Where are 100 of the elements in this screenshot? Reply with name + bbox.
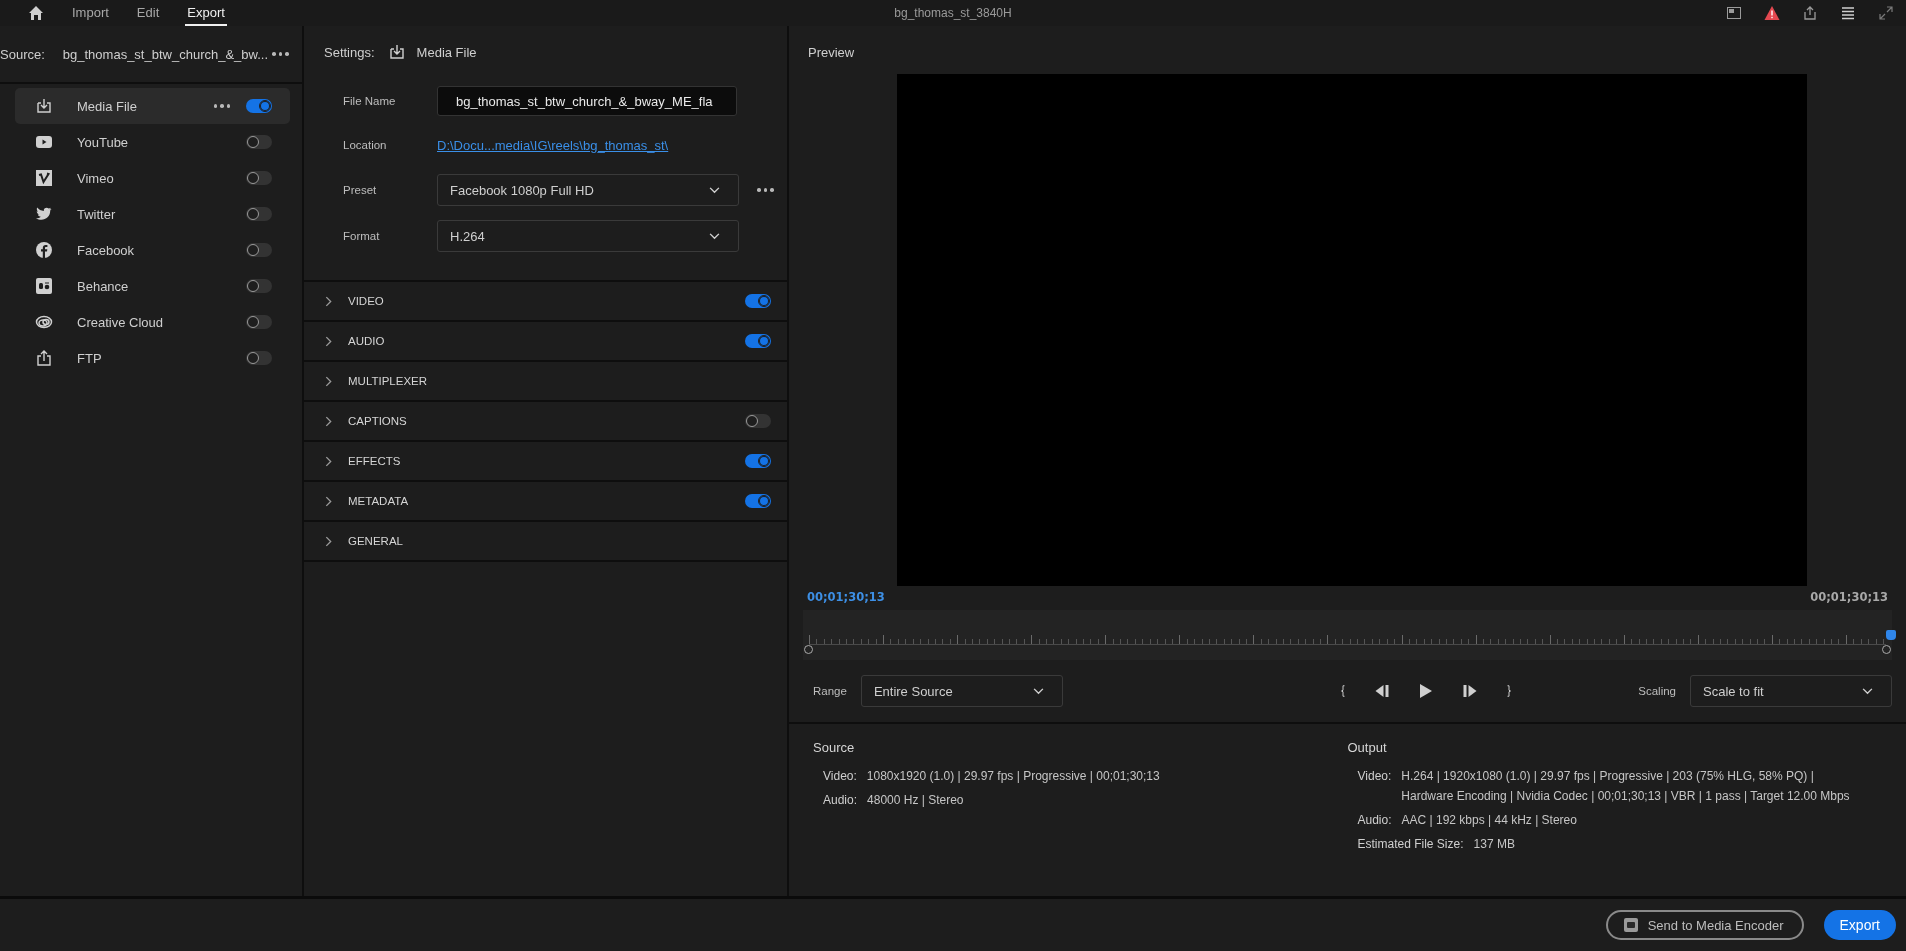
behance-icon xyxy=(36,278,52,294)
destination-item[interactable]: Media File xyxy=(15,88,290,124)
chevron-down-icon xyxy=(709,232,720,240)
destination-name: Media File xyxy=(77,98,138,114)
field-label: Preset xyxy=(343,184,378,196)
dropdown[interactable]: Facebook 1080p Full HD xyxy=(437,174,739,206)
section-header[interactable]: EFFECTS xyxy=(304,442,787,482)
share-icon[interactable] xyxy=(1802,5,1818,21)
chevron-right-icon xyxy=(325,335,332,347)
chevron-right-icon xyxy=(325,415,332,427)
play-icon xyxy=(36,136,52,148)
menu-icon[interactable] xyxy=(1840,5,1856,21)
f-icon xyxy=(36,242,52,258)
summary-label: Estimated File Size: xyxy=(1357,837,1464,851)
send-to-encoder-button[interactable]: Send to Media Encoder xyxy=(1605,910,1804,940)
rings-icon xyxy=(35,315,53,329)
step-back-icon[interactable] xyxy=(1373,684,1391,698)
mode-tab[interactable]: Import xyxy=(70,0,111,26)
toggle-switch[interactable] xyxy=(246,279,272,293)
expand-icon[interactable] xyxy=(1878,5,1894,21)
duration-timecode: 00;01;30;13 xyxy=(1810,590,1888,606)
chevron-right-icon xyxy=(325,535,332,547)
toggle-switch[interactable] xyxy=(246,315,272,329)
destination-item[interactable]: Vimeo xyxy=(15,160,290,196)
warning-icon[interactable] xyxy=(1764,5,1780,21)
destination-item[interactable]: Behance xyxy=(15,268,290,304)
summary-heading: Source xyxy=(813,740,856,755)
destination-name: Twitter xyxy=(77,206,117,222)
summary-value: 1080x1920 (1.0) | 29.97 fps | Progressive | 00;01;30;13 xyxy=(866,769,1160,783)
chevron-down-icon xyxy=(1862,687,1873,695)
toggle-switch[interactable] xyxy=(745,414,771,428)
section-header[interactable]: AUDIO xyxy=(304,322,787,362)
playhead[interactable] xyxy=(1886,630,1896,640)
document-title: bg_thomas_st_3840H xyxy=(894,6,1012,20)
summary-heading: Output xyxy=(1347,740,1388,755)
toggle-switch[interactable] xyxy=(246,207,272,221)
section-header[interactable]: METADATA xyxy=(304,482,787,522)
chevron-right-icon xyxy=(325,295,332,307)
settings-label: Settings: xyxy=(324,44,375,60)
v-icon xyxy=(36,170,52,186)
destination-item[interactable]: Creative Cloud xyxy=(15,304,290,340)
section-header[interactable]: CAPTIONS xyxy=(304,402,787,442)
chevron-right-icon xyxy=(325,375,332,387)
toggle-switch[interactable] xyxy=(745,454,771,468)
summary-value: 137 MB xyxy=(1473,837,1515,851)
play-icon[interactable] xyxy=(1418,683,1433,699)
mark-in-icon[interactable] xyxy=(1339,684,1346,698)
destination-item[interactable]: FTP xyxy=(15,340,290,376)
mode-tab[interactable]: Edit xyxy=(134,0,162,26)
destination-name: Facebook xyxy=(77,242,136,258)
toggle-switch[interactable] xyxy=(246,243,272,257)
summary-value: AAC | 192 kbps | 44 kHz | Stereo xyxy=(1401,813,1577,827)
summary-value: Hardware Encoding | Nvidia Codec | 00;01;30;13 | VBR | 1 pass | Target 12.00 Mbps xyxy=(1401,789,1850,803)
summary-value: H.264 | 1920x1080 (1.0) | 29.97 fps | Progressive | 203 (75% HLG, 58% PQ) | xyxy=(1401,769,1815,783)
location-link[interactable]: D:\Docu...media\IG\reels\bg_thomas_st\ xyxy=(437,137,669,153)
range-label: Range xyxy=(813,685,847,697)
range-dropdown[interactable]: Entire Source xyxy=(860,675,1063,707)
field-label: File Name xyxy=(343,95,397,107)
upload-icon xyxy=(36,350,52,366)
section-header[interactable]: VIDEO xyxy=(304,282,787,322)
scaling-dropdown[interactable]: Scale to fit xyxy=(1690,675,1892,707)
chevron-down-icon xyxy=(709,186,720,194)
toggle-switch[interactable] xyxy=(246,99,272,113)
field-label: Location xyxy=(343,139,388,151)
destination-item[interactable]: Facebook xyxy=(15,232,290,268)
current-timecode: 00;01;30;13 xyxy=(807,590,885,606)
panel-icon[interactable] xyxy=(1726,5,1742,21)
preview-title: Preview xyxy=(807,43,856,62)
chevron-right-icon xyxy=(325,455,332,467)
bird-icon xyxy=(36,207,52,221)
destination-item[interactable]: YouTube xyxy=(15,124,290,160)
encoder-icon xyxy=(1623,918,1638,932)
summary-label: Video: xyxy=(1357,769,1392,785)
section-header[interactable]: MULTIPLEXER xyxy=(304,362,787,402)
toggle-switch[interactable] xyxy=(745,334,771,348)
toggle-switch[interactable] xyxy=(246,171,272,185)
toggle-switch[interactable] xyxy=(246,135,272,149)
source-label: Source: xyxy=(0,46,45,62)
scaling-label: Scaling xyxy=(1638,685,1676,697)
chevron-down-icon xyxy=(1032,687,1044,695)
field-label: Format xyxy=(343,230,381,242)
mark-out-icon[interactable] xyxy=(1505,684,1512,698)
summary-label: Audio: xyxy=(1357,813,1392,827)
export-button[interactable]: Export xyxy=(1823,910,1896,940)
toggle-switch[interactable] xyxy=(246,351,272,365)
destination-item[interactable]: Twitter xyxy=(15,196,290,232)
dropdown[interactable]: H.264 xyxy=(437,220,739,252)
section-header[interactable]: GENERAL xyxy=(304,522,787,562)
download-icon xyxy=(36,98,52,114)
toggle-switch[interactable] xyxy=(745,294,771,308)
mode-tab[interactable]: Export xyxy=(185,0,227,26)
destination-name: Creative Cloud xyxy=(77,314,164,330)
home-icon[interactable] xyxy=(28,5,44,21)
summary-value: 48000 Hz | Stereo xyxy=(867,793,964,807)
settings-target: Media File xyxy=(416,44,477,60)
toggle-switch[interactable] xyxy=(745,494,771,508)
download-icon xyxy=(388,44,405,60)
file-name-field[interactable]: bg_thomas_st_btw_church_&_bway_ME_fla xyxy=(437,86,737,116)
summary-label: Video: xyxy=(823,769,857,783)
destination-name: YouTube xyxy=(77,134,130,150)
